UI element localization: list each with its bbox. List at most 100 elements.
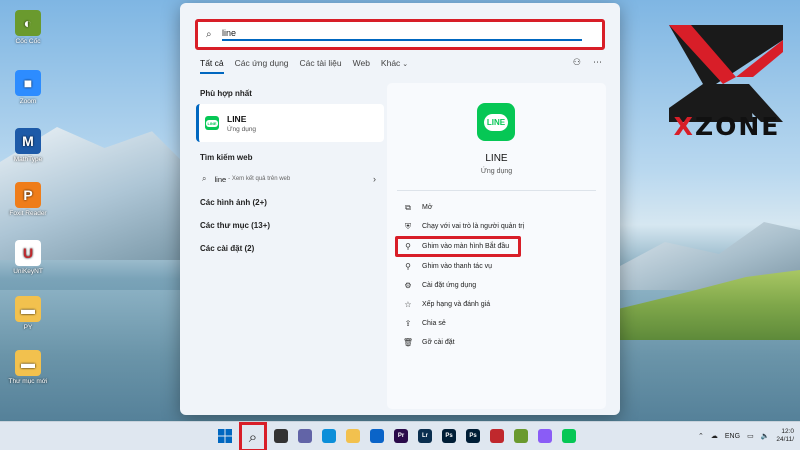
category-settings[interactable]: Các cài đặt (2) — [196, 244, 384, 267]
preview-app-name: LINE — [485, 153, 508, 164]
web-hint: - Xem kết quả trên web — [228, 176, 291, 182]
best-match-name: LINE — [227, 113, 247, 124]
desktop-icon-label: MathType — [13, 156, 43, 163]
web-search-result[interactable]: ⌕ line - Xem kết quả trên web › — [196, 168, 384, 190]
desktop-icon[interactable]: P Foxit Reader — [6, 182, 50, 217]
web-search-heading: Tìm kiếm web — [200, 153, 253, 162]
preview-action-label: Chia sẻ — [422, 320, 446, 327]
preview-action[interactable]: ☆ Xếp hạng và đánh giá — [399, 295, 599, 314]
line-app-icon: LINE — [205, 116, 219, 130]
search-icon: ⌕ — [202, 174, 207, 183]
tab-web[interactable]: Web — [353, 58, 370, 74]
desktop-icon-glyph: ■ — [15, 70, 41, 96]
preview-divider — [397, 190, 596, 191]
preview-action-label: Chạy với vai trò là người quản trị — [422, 223, 525, 230]
search-icon[interactable]: ⌕ — [239, 422, 267, 450]
chevron-up-icon[interactable]: ⌃ — [698, 432, 704, 440]
pin-icon: ⚲ — [405, 262, 411, 271]
premiere-icon[interactable]: Pr — [391, 425, 411, 447]
preview-action[interactable]: ⛨ Chạy với vai trò là người quản trị — [399, 217, 599, 236]
chevron-right-icon: › — [373, 174, 376, 184]
tab-apps[interactable]: Các ứng dụng — [235, 58, 289, 74]
desktop-icon-label: Thư mục mới — [8, 378, 48, 385]
preview-action-label: Mở — [422, 204, 433, 211]
more-options-icon[interactable]: ⋯ — [593, 57, 602, 68]
preview-action-label: Ghim vào màn hình Bắt đầu — [422, 243, 510, 250]
desktop-icon[interactable]: U UniKeyNT — [6, 240, 50, 275]
results-list: Phù hợp nhất LINE LINE Ứng dụng Tìm kiếm… — [196, 89, 384, 267]
line-app-large-icon: LINE — [477, 103, 515, 141]
search-input[interactable] — [222, 28, 582, 41]
desktop-icon[interactable]: ▬ Thư mục mới — [6, 350, 50, 385]
category-images[interactable]: Các hình ảnh (2+) — [196, 198, 384, 221]
messenger-icon[interactable] — [535, 425, 555, 447]
preview-action[interactable]: ⧉ Mở — [399, 198, 599, 217]
desktop-icon-glyph: ◐ — [15, 10, 41, 36]
tab-documents[interactable]: Các tài liệu — [300, 58, 342, 74]
task-view-icon[interactable] — [271, 425, 291, 447]
cloud-icon[interactable]: ☁ — [711, 432, 718, 440]
preview-action-label: Xếp hạng và đánh giá — [422, 301, 491, 308]
tab-more-label: Khác — [380, 58, 401, 68]
tab-more[interactable]: Khác ⌄ — [381, 58, 408, 74]
search-flyout: ⌕ Tất cả Các ứng dụng Các tài liệu Web K… — [180, 3, 620, 415]
desktop-icon-label: UniKeyNT — [13, 268, 43, 275]
system-tray: ⌃ ☁ ENG ▭ 🔈 12:0 24/11/ — [698, 428, 794, 444]
preview-action[interactable]: ⚙ Cài đặt ứng dụng — [399, 276, 599, 295]
desktop-icon-glyph: ▬ — [15, 296, 41, 322]
shield-icon: ⛨ — [405, 221, 411, 231]
teams-icon[interactable] — [295, 425, 315, 447]
desktop-icon-label: PY — [23, 324, 33, 331]
preview-action[interactable]: ⚲ Ghim vào thanh tác vụ — [399, 257, 599, 276]
file-explorer-icon[interactable] — [343, 425, 363, 447]
preview-actions: ⧉ Mở ⛨ Chạy với vai trò là người quản trị ⚲ G… — [395, 198, 599, 352]
search-box[interactable]: ⌕ — [195, 19, 605, 50]
desktop-icon-label: Foxit Reader — [9, 210, 47, 217]
share-icon: ⇪ — [404, 319, 412, 328]
mail-icon[interactable] — [367, 425, 387, 447]
app-preview-panel: LINE LINE Ứng dụng ⧉ Mở ⛨ Chạy với vai trò … — [387, 83, 606, 409]
web-query: line — [214, 174, 227, 184]
taskbar-apps: ⌕ Pr Lr Ps Ps — [215, 422, 579, 450]
best-match-result[interactable]: LINE LINE Ứng dụng — [196, 104, 384, 142]
desktop-icon[interactable]: ■ Zoom — [6, 70, 50, 105]
desktop-icon-glyph: U — [15, 240, 41, 266]
monitor-icon[interactable]: ▭ — [747, 432, 754, 440]
photoshop-icon[interactable]: Ps — [439, 425, 459, 447]
coccoc-icon[interactable] — [511, 425, 531, 447]
pin-icon: ⚲ — [405, 242, 411, 251]
preview-action-label: Ghim vào thanh tác vụ — [422, 263, 493, 270]
tab-all[interactable]: Tất cả — [200, 58, 224, 74]
desktop-icon-glyph: ▬ — [15, 350, 41, 376]
preview-app-type: Ứng dụng — [480, 168, 513, 175]
xzone-logo-text: XZONE — [673, 112, 781, 141]
edge-icon[interactable] — [319, 425, 339, 447]
open-icon: ⧉ — [405, 202, 411, 212]
preview-action[interactable]: ⚲ Ghim vào màn hình Bắt đầu — [395, 236, 521, 257]
app-icon-red[interactable] — [487, 425, 507, 447]
account-switch-icon[interactable]: ⚇ — [573, 57, 581, 68]
best-match-heading: Phù hợp nhất — [200, 89, 252, 98]
best-match-type: Ứng dụng — [227, 125, 257, 133]
desktop-icon-glyph: M — [15, 128, 41, 154]
preview-action-label: Cài đặt ứng dụng — [422, 282, 477, 289]
language-indicator[interactable]: ENG — [725, 433, 740, 440]
preview-action-label: Gỡ cài đặt — [422, 339, 455, 346]
photoshop-icon-2[interactable]: Ps — [463, 425, 483, 447]
taskbar: ⌕ Pr Lr Ps Ps ⌃ ☁ ENG ▭ 🔈 12:0 24/11/ — [0, 421, 800, 450]
category-folders[interactable]: Các thư mục (13+) — [196, 221, 384, 244]
start-icon[interactable] — [215, 425, 235, 447]
tab-actions: ⚇ ⋯ — [573, 57, 602, 68]
desktop-icon[interactable]: M MathType — [6, 128, 50, 163]
line-icon[interactable] — [559, 425, 579, 447]
clock-date: 24/11/ — [776, 436, 794, 443]
clock[interactable]: 12:0 24/11/ — [776, 428, 794, 444]
clock-time: 12:0 — [781, 428, 794, 435]
desktop-icon[interactable]: ◐ Cốc Cốc — [6, 10, 50, 45]
lightroom-icon[interactable]: Lr — [415, 425, 435, 447]
desktop-icon[interactable]: ▬ PY — [6, 296, 50, 331]
preview-action[interactable]: 🗑 Gỡ cài đặt — [399, 333, 599, 352]
preview-action[interactable]: ⇪ Chia sẻ — [399, 314, 599, 333]
search-icon: ⌕ — [206, 28, 212, 40]
volume-icon[interactable]: 🔈 — [761, 432, 770, 440]
